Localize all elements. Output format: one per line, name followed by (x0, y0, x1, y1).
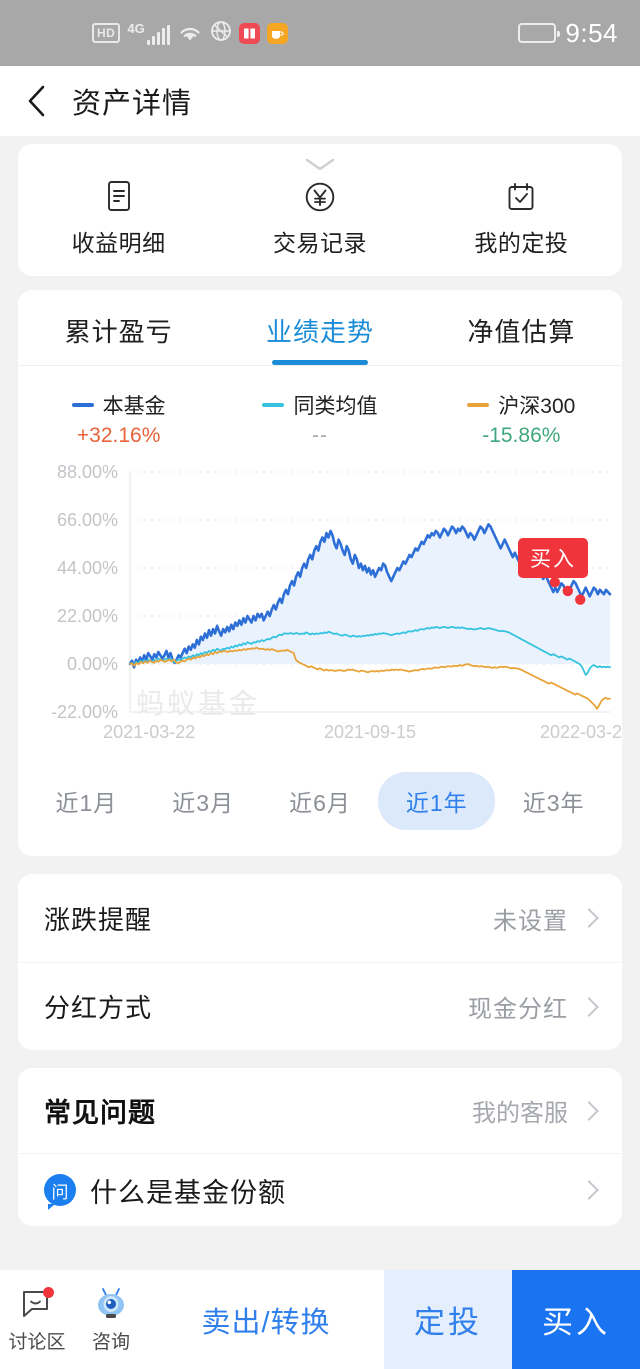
chart-tabs: 累计盈亏 业绩走势 净值估算 (18, 290, 622, 366)
status-bar: HD 4G 9:54 (0, 0, 640, 66)
bottom-item-label: 讨论区 (8, 1331, 66, 1353)
chevron-right-icon (579, 1100, 599, 1121)
legend-item-csi300: 沪深300 -15.86% (421, 390, 622, 448)
bottom-item-label: 咨询 (91, 1331, 130, 1353)
back-chevron-icon[interactable] (24, 85, 50, 117)
setting-value: 现金分红 (468, 996, 568, 1023)
signal-4g-icon: 4G (127, 20, 170, 45)
range-3month[interactable]: 近3月 (145, 772, 262, 830)
svg-text:2021-09-15: 2021-09-15 (324, 722, 416, 742)
tab-performance-trend[interactable]: 业绩走势 (219, 290, 420, 365)
faq-title: 常见问题 (44, 1098, 156, 1128)
tab-nav-estimate[interactable]: 净值估算 (421, 290, 622, 365)
page-title: 资产详情 (72, 88, 193, 120)
chevron-right-icon (579, 996, 599, 1017)
setting-row-price-alert[interactable]: 涨跌提醒 未设置 (18, 874, 622, 962)
calendar-check-icon (504, 180, 538, 214)
range-1month[interactable]: 近1月 (28, 772, 145, 830)
quick-action-label: 收益明细 (71, 230, 166, 256)
setting-row-dividend-method[interactable]: 分红方式 现金分红 (18, 962, 622, 1050)
setting-label: 涨跌提醒 (44, 904, 153, 935)
signal-bars-icon (146, 24, 170, 45)
sell-convert-button[interactable]: 卖出/转换 (148, 1299, 384, 1341)
yen-circle-icon (303, 180, 337, 214)
legend-item-fund: 本基金 +32.16% (18, 390, 219, 448)
svg-text:66.00%: 66.00% (57, 510, 118, 530)
buy-button[interactable]: 买入 (512, 1270, 640, 1369)
legend-label: 同类均值 (293, 395, 378, 418)
buy-marker-badge: 买入 (518, 538, 588, 578)
legend-label: 沪深300 (498, 395, 576, 418)
faq-question-label: 什么是基金份额 (90, 1177, 286, 1208)
legend-item-peer-average: 同类均值 -- (219, 390, 420, 448)
quick-action-my-auto-invest[interactable]: 我的定投 (421, 180, 622, 258)
setting-label: 分红方式 (44, 993, 153, 1023)
legend-value: -15.86% (482, 424, 561, 447)
quick-action-transaction-record[interactable]: 交易记录 (219, 180, 420, 258)
robot-assistant-icon (93, 1286, 129, 1322)
chart-canvas: 88.00%66.00%44.00%22.00%0.00%-22.00%2021… (51, 462, 622, 742)
document-lines-icon (102, 180, 136, 214)
quick-action-label: 交易记录 (272, 230, 367, 256)
legend-value: +32.16% (76, 424, 161, 447)
cup-app-icon (266, 22, 288, 44)
book-app-icon (238, 22, 260, 44)
faq-item[interactable]: 问 什么是基金份额 (18, 1154, 622, 1226)
chevron-down-icon[interactable] (303, 156, 337, 177)
bottom-item-discussion[interactable]: 讨论区 (0, 1286, 74, 1354)
battery-low-icon (518, 23, 561, 43)
legend-value: -- (311, 424, 328, 447)
bottom-action-bar: 讨论区 咨询 卖出/转换 定投 买入 (0, 1270, 640, 1369)
performance-card: 累计盈亏 业绩走势 净值估算 本基金 +32.16% 同类均值 -- 沪深300… (18, 290, 622, 856)
tab-cumulative-pnl[interactable]: 累计盈亏 (18, 290, 219, 365)
chevron-right-icon (579, 908, 599, 928)
quick-action-income-detail[interactable]: 收益明细 (18, 180, 219, 258)
status-bar-left-icons: HD 4G (92, 20, 288, 47)
notification-badge (43, 1286, 54, 1298)
legend-swatch-csi300 (467, 403, 490, 407)
chevron-right-icon (579, 1180, 599, 1200)
performance-chart[interactable]: 88.00% 66.00% 44.00% 22.00% 0.00% -22.00% 2021… (18, 454, 622, 754)
question-bubble-icon: 问 (44, 1174, 76, 1210)
settings-card: 涨跌提醒 未设置 分红方式 现金分红 (18, 874, 622, 1050)
svg-text:2022-03-22: 2022-03-22 (540, 722, 622, 742)
status-bar-clock: 9:54 (565, 17, 618, 48)
wifi-icon (177, 23, 203, 43)
hd-icon: HD (92, 23, 121, 43)
svg-text:2021-03-22: 2021-03-22 (103, 722, 195, 742)
chart-legend: 本基金 +32.16% 同类均值 -- 沪深300 -15.86% (18, 366, 622, 454)
auto-invest-button[interactable]: 定投 (384, 1270, 512, 1369)
svg-text:-22.00%: -22.00% (51, 702, 118, 722)
status-bar-right: 9:54 (518, 18, 618, 49)
svg-text:44.00%: 44.00% (57, 558, 118, 578)
legend-swatch-fund (71, 403, 94, 407)
range-1year[interactable]: 近1年 (378, 772, 496, 830)
range-picker: 近1月 近3月 近6月 近1年 近3年 (18, 754, 622, 856)
quick-actions-card: 收益明细 交易记录 我的定投 (18, 144, 622, 276)
faq-customer-service-link[interactable]: 我的客服 (472, 1093, 568, 1128)
range-6month[interactable]: 近6月 (262, 772, 379, 830)
bottom-item-consult[interactable]: 咨询 (74, 1286, 148, 1354)
faq-card: 常见问题 我的客服 问 什么是基金份额 (18, 1068, 622, 1226)
quick-action-label: 我的定投 (474, 230, 569, 256)
globe-icon (210, 20, 232, 47)
chat-bubble-icon (19, 1286, 55, 1322)
faq-header[interactable]: 常见问题 我的客服 (18, 1068, 622, 1154)
svg-text:22.00%: 22.00% (57, 606, 118, 626)
legend-swatch-peer (262, 403, 285, 407)
svg-text:88.00%: 88.00% (57, 462, 118, 482)
range-3year[interactable]: 近3年 (495, 772, 612, 830)
setting-value: 未设置 (493, 907, 568, 935)
nav-bar: 资产详情 (0, 66, 640, 136)
network-label: 4G (127, 20, 145, 36)
collapse-row[interactable] (18, 152, 622, 180)
svg-text:0.00%: 0.00% (67, 654, 118, 674)
quick-actions-row: 收益明细 交易记录 我的定投 (18, 180, 622, 258)
legend-label: 本基金 (102, 395, 166, 418)
